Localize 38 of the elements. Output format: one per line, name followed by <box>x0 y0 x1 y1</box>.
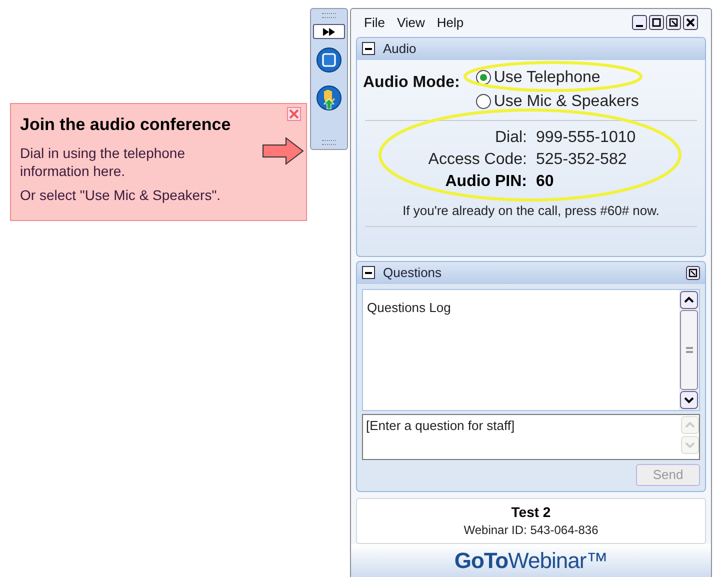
close-icon[interactable] <box>683 15 698 30</box>
fast-forward-icon <box>323 28 335 36</box>
webinar-id: Webinar ID: 543-064-836 <box>464 522 598 539</box>
logo: GoToWebinar™ <box>454 547 608 576</box>
callout-text: Or select "Use Mic & Speakers". <box>20 186 222 204</box>
field-label: Access Code: <box>427 150 527 170</box>
callout-title: Join the audio conference <box>20 114 232 136</box>
panel-title: Audio <box>383 40 416 58</box>
audio-mode-label: Audio Mode: <box>363 72 460 93</box>
restore-icon[interactable] <box>666 15 681 30</box>
callout-text: Dial in using the telephone information here. <box>20 144 186 180</box>
instruction-text: If you're already on the call, press #60# now. <box>402 202 660 220</box>
collapse-button[interactable] <box>362 42 375 56</box>
panel-title: Questions <box>383 264 442 282</box>
grip-icon[interactable] <box>322 13 336 18</box>
field-label: Dial: <box>494 128 527 148</box>
webinar-title: Test 2 <box>511 504 551 521</box>
menu-item[interactable]: Help <box>436 13 464 33</box>
pop-out-icon[interactable] <box>686 266 700 280</box>
minimize-icon[interactable] <box>632 15 647 30</box>
menu-item[interactable]: View <box>396 13 425 33</box>
expand-button[interactable] <box>313 24 345 39</box>
collapse-button[interactable] <box>362 266 375 280</box>
scrollbar[interactable] <box>679 290 699 410</box>
menu-item[interactable]: File <box>364 13 385 33</box>
field-value: 525-352-582 <box>536 150 628 170</box>
raise-hand-icon[interactable] <box>316 85 342 111</box>
field-value: 60 <box>536 172 555 192</box>
option-label: Use Telephone <box>494 68 600 88</box>
field-label: Audio PIN: <box>444 172 527 192</box>
option-label: Use Mic & Speakers <box>494 92 639 112</box>
questions-log: Questions Log <box>366 298 452 317</box>
arrow-icon <box>262 137 304 165</box>
field-value: 999-555-1010 <box>536 128 637 148</box>
maximize-icon[interactable] <box>649 15 664 30</box>
radio-button[interactable] <box>476 94 491 110</box>
stop-icon[interactable] <box>316 47 342 73</box>
grip-icon[interactable] <box>322 140 336 145</box>
